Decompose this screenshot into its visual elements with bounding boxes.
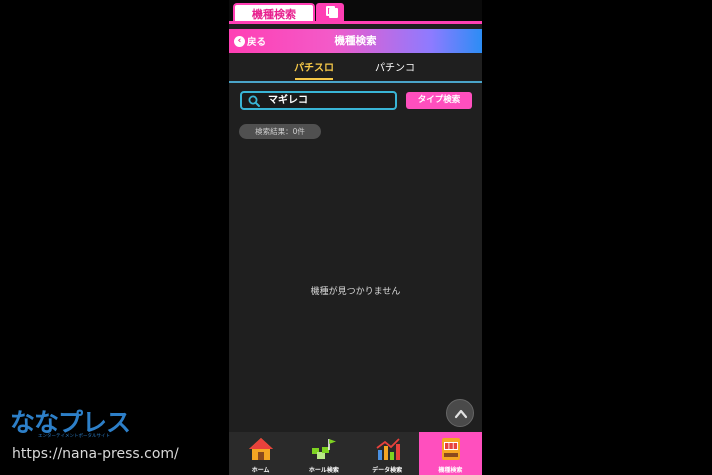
empty-message: 機種が見つかりません — [310, 287, 401, 297]
tab-bar-underline — [229, 21, 482, 24]
back-label: 戻る — [247, 37, 267, 48]
category-tabs: パチスロ パチンコ — [229, 58, 482, 83]
chevron-up-icon — [454, 409, 468, 419]
nav-hall-search[interactable]: ホール検索 — [292, 432, 355, 475]
map-flag-icon — [312, 439, 337, 459]
top-tab-bar: 機種検索 — [229, 0, 482, 24]
back-button[interactable]: ‹ 戻る — [234, 34, 266, 48]
slot-machine-icon — [441, 438, 460, 460]
page-title: 機種検索 — [334, 35, 377, 47]
windows-icon[interactable] — [316, 3, 344, 22]
nav-home-label: ホーム — [251, 467, 270, 474]
nav-home[interactable]: ホーム — [229, 432, 292, 475]
watermark-url: https://nana-press.com/ — [12, 446, 179, 462]
bottom-nav: ホーム ホール検索 データ検索 機種検索 — [229, 432, 482, 475]
search-field[interactable] — [240, 91, 397, 110]
watermark-logo: ななプレス エンターテイメントポータルサイト — [10, 403, 140, 443]
nav-model-search-label: 機種検索 — [438, 467, 463, 474]
tabs-divider — [229, 81, 482, 83]
nav-hall-search-label: ホール検索 — [308, 467, 339, 474]
house-icon — [249, 438, 273, 460]
chevron-left-icon: ‹ — [234, 35, 245, 47]
tab-pachislot[interactable]: パチスロ — [293, 60, 335, 80]
phone-screen: 機種検索 機種検索 ‹ 戻る パチスロ パチンコ タイプ検索 検索結果：0件 機… — [229, 0, 482, 475]
type-search-button[interactable]: タイプ検索 — [406, 92, 472, 109]
scroll-to-top-button[interactable] — [446, 399, 474, 427]
search-icon — [248, 95, 260, 107]
result-count-badge: 検索結果：0件 — [239, 124, 321, 139]
nav-model-search[interactable]: 機種検索 — [418, 432, 482, 475]
page-header: 機種検索 ‹ 戻る — [229, 29, 482, 53]
nav-data-search[interactable]: データ検索 — [356, 432, 419, 475]
watermark-tagline: エンターテイメントポータルサイト — [38, 434, 110, 439]
bar-chart-icon — [375, 438, 400, 460]
search-input[interactable] — [268, 93, 393, 108]
nav-data-search-label: データ検索 — [372, 467, 403, 474]
tab-pachinko[interactable]: パチンコ — [374, 60, 416, 78]
